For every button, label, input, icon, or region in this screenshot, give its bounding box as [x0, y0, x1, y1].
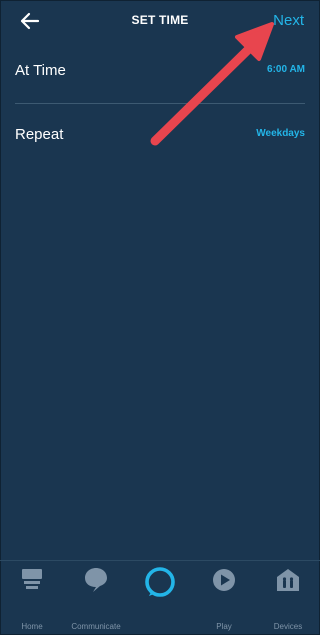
page-title: SET TIME — [131, 13, 189, 27]
nav-play-label: Play — [216, 622, 232, 631]
repeat-row[interactable]: Repeat Weekdays — [15, 118, 305, 154]
repeat-label: Repeat — [15, 126, 64, 143]
row-divider — [15, 103, 305, 104]
nav-alexa[interactable] — [128, 561, 192, 633]
repeat-value: Weekdays — [256, 128, 305, 139]
nav-devices-label: Devices — [273, 622, 303, 631]
nav-play[interactable]: Play — [192, 561, 256, 633]
devices-icon — [277, 569, 299, 591]
nav-communicate-label: Communicate — [71, 622, 121, 631]
at-time-value: 6:00 AM — [267, 64, 305, 75]
bottom-nav: Home Communicate Play Devices — [0, 561, 320, 635]
nav-home-label: Home — [21, 622, 43, 631]
at-time-row[interactable]: At Time 6:00 AM — [15, 54, 305, 90]
chat-bubble-icon — [85, 568, 107, 592]
nav-home[interactable]: Home — [0, 561, 64, 633]
nav-devices[interactable]: Devices — [256, 561, 320, 633]
play-icon — [213, 569, 235, 591]
home-icon — [22, 569, 42, 589]
app-frame — [0, 0, 320, 635]
nav-communicate[interactable]: Communicate — [64, 561, 128, 633]
alexa-ring-icon — [145, 567, 175, 597]
next-button[interactable]: Next — [273, 12, 304, 29]
header: SET TIME Next — [0, 0, 320, 42]
at-time-label: At Time — [15, 62, 66, 79]
